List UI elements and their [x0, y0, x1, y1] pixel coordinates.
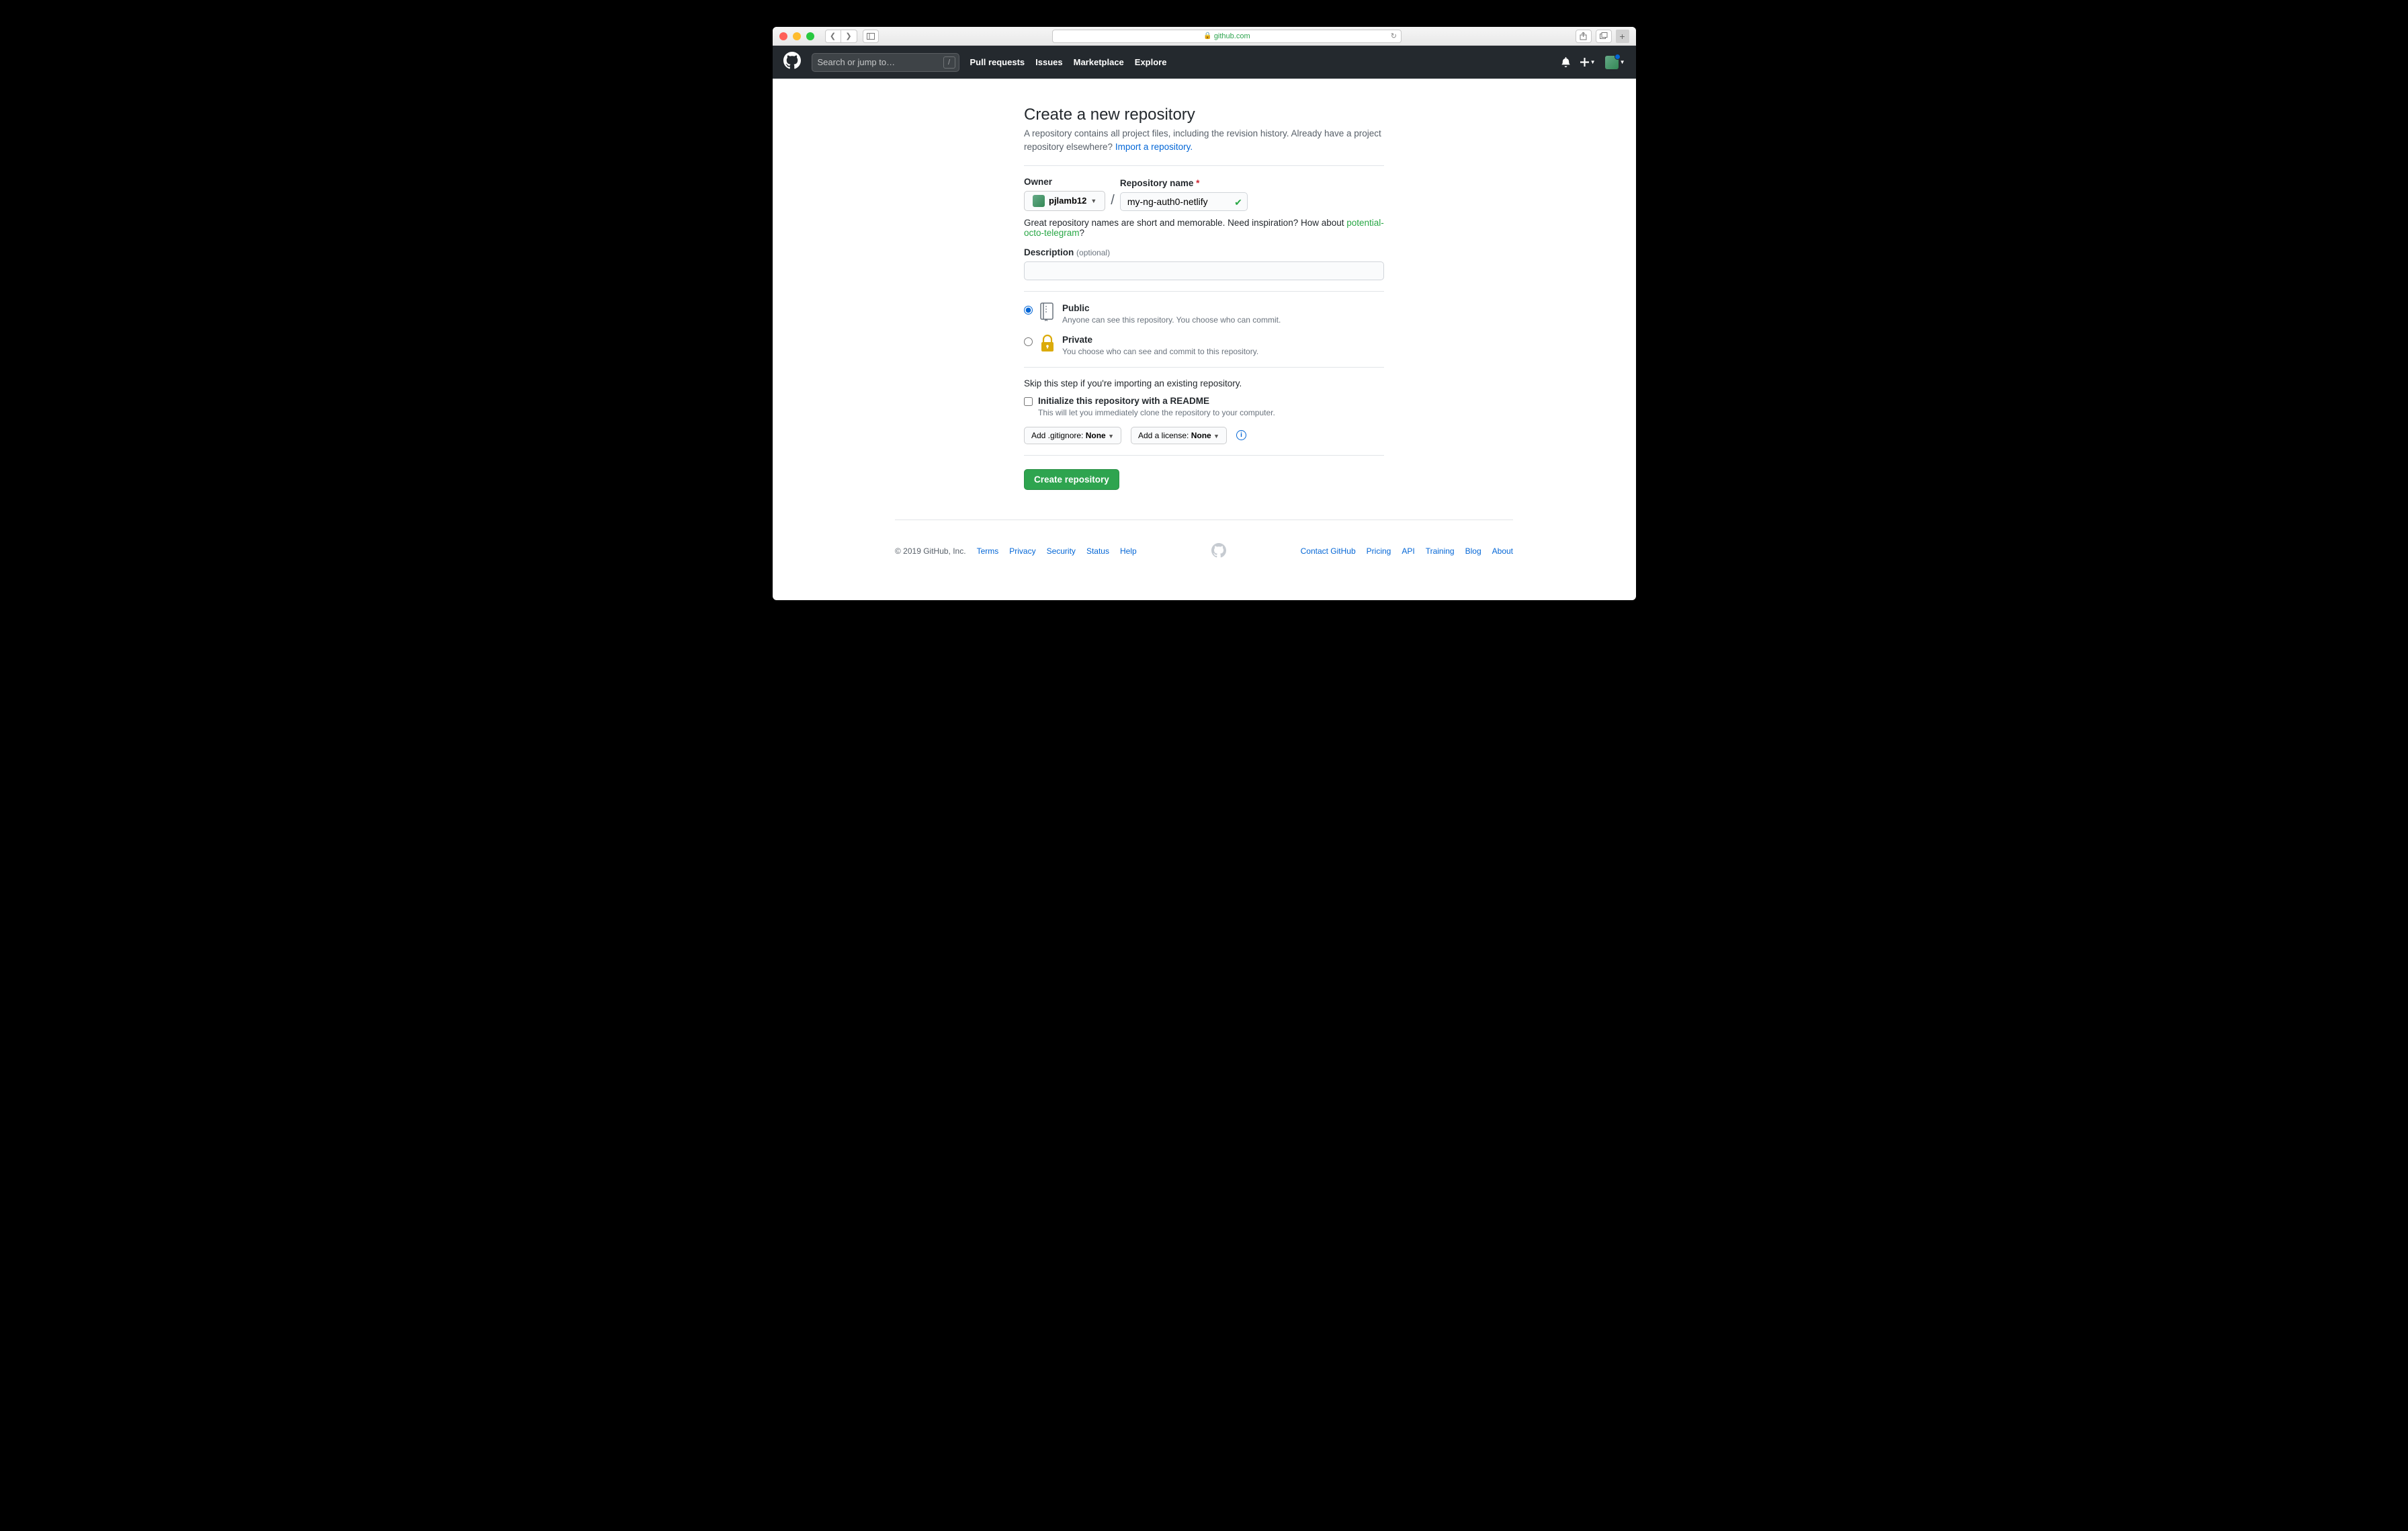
divider: [1024, 291, 1384, 292]
footer-security[interactable]: Security: [1047, 546, 1076, 556]
readme-sub: This will let you immediately clone the …: [1038, 408, 1275, 417]
page-title: Create a new repository: [1024, 106, 1384, 124]
info-icon[interactable]: i: [1236, 430, 1246, 440]
footer-api[interactable]: API: [1402, 546, 1414, 556]
lock-icon: 🔒: [1203, 32, 1211, 40]
chevron-down-icon: ▼: [1590, 59, 1596, 65]
public-radio[interactable]: [1024, 306, 1033, 315]
gitignore-select[interactable]: Add .gitignore: None ▼: [1024, 427, 1121, 444]
required-asterisk: *: [1196, 178, 1199, 188]
owner-value: pjlamb12: [1049, 196, 1086, 206]
notifications-icon[interactable]: [1561, 57, 1571, 67]
divider: [1024, 455, 1384, 456]
owner-label: Owner: [1024, 177, 1105, 187]
nav-issues[interactable]: Issues: [1035, 57, 1062, 67]
github-footer: © 2019 GitHub, Inc. Terms Privacy Securi…: [895, 520, 1513, 560]
divider: [1024, 165, 1384, 166]
github-header: Search or jump to… / Pull requests Issue…: [773, 46, 1636, 79]
back-button[interactable]: ❮: [825, 30, 841, 43]
name-hint: Great repository names are short and mem…: [1024, 218, 1384, 238]
divider: [1024, 367, 1384, 368]
minimize-window-icon[interactable]: [793, 32, 801, 40]
close-window-icon[interactable]: [779, 32, 787, 40]
private-radio[interactable]: [1024, 337, 1033, 346]
footer-help[interactable]: Help: [1120, 546, 1137, 556]
readme-label: Initialize this repository with a README: [1038, 396, 1209, 406]
search-input[interactable]: Search or jump to… /: [812, 53, 959, 72]
create-repository-button[interactable]: Create repository: [1024, 469, 1119, 490]
github-logo[interactable]: [783, 52, 801, 73]
description-label: Description (optional): [1024, 247, 1384, 257]
share-button[interactable]: [1576, 30, 1592, 43]
repo-name-input[interactable]: [1120, 192, 1248, 211]
public-label: Public: [1062, 303, 1090, 313]
avatar: [1605, 56, 1619, 69]
footer-contact[interactable]: Contact GitHub: [1301, 546, 1356, 556]
optional-tag: (optional): [1076, 248, 1110, 257]
owner-avatar: [1033, 195, 1045, 207]
traffic-lights: [779, 32, 814, 40]
footer-pricing[interactable]: Pricing: [1367, 546, 1391, 556]
address-bar[interactable]: 🔒 github.com ↻: [1052, 30, 1402, 43]
nav-buttons: ❮ ❯: [825, 30, 857, 43]
check-icon: ✔: [1234, 197, 1242, 208]
footer-training[interactable]: Training: [1426, 546, 1455, 556]
owner-select[interactable]: pjlamb12 ▼: [1024, 191, 1105, 211]
forward-button[interactable]: ❯: [841, 30, 857, 43]
footer-about[interactable]: About: [1492, 546, 1513, 556]
user-menu[interactable]: ▼: [1605, 56, 1625, 69]
new-tab-button[interactable]: +: [1616, 30, 1629, 43]
github-mark-icon[interactable]: [1211, 543, 1226, 560]
description-input[interactable]: [1024, 261, 1384, 280]
nav-pull-requests[interactable]: Pull requests: [970, 57, 1025, 67]
repo-icon: [1039, 302, 1056, 321]
nav-marketplace[interactable]: Marketplace: [1074, 57, 1124, 67]
chevron-down-icon: ▼: [1090, 198, 1096, 204]
search-placeholder: Search or jump to…: [818, 57, 896, 67]
lock-icon: [1039, 334, 1056, 353]
titlebar: ❮ ❯ 🔒 github.com ↻ +: [773, 27, 1636, 46]
license-select[interactable]: Add a license: None ▼: [1131, 427, 1227, 444]
footer-privacy[interactable]: Privacy: [1009, 546, 1035, 556]
readme-option[interactable]: Initialize this repository with a README…: [1024, 395, 1384, 417]
footer-terms[interactable]: Terms: [977, 546, 999, 556]
lead-text: A repository contains all project files,…: [1024, 128, 1381, 152]
browser-window: ❮ ❯ 🔒 github.com ↻ + Se: [773, 27, 1636, 600]
nav-explore[interactable]: Explore: [1135, 57, 1167, 67]
readme-checkbox[interactable]: [1024, 397, 1033, 406]
url-host: github.com: [1214, 32, 1250, 40]
import-repo-link[interactable]: Import a repository.: [1115, 142, 1193, 152]
private-label: Private: [1062, 335, 1092, 345]
public-sub: Anyone can see this repository. You choo…: [1062, 315, 1281, 325]
create-new-menu[interactable]: ▼: [1580, 58, 1596, 67]
visibility-public[interactable]: Public Anyone can see this repository. Y…: [1024, 302, 1384, 325]
visibility-private[interactable]: Private You choose who can see and commi…: [1024, 334, 1384, 356]
slash-key-icon: /: [943, 56, 955, 69]
zoom-window-icon[interactable]: [806, 32, 814, 40]
chevron-down-icon: ▼: [1213, 433, 1219, 440]
footer-status[interactable]: Status: [1086, 546, 1109, 556]
skip-note: Skip this step if you're importing an ex…: [1024, 378, 1384, 388]
chevron-down-icon: ▼: [1108, 433, 1114, 440]
tabs-button[interactable]: [1596, 30, 1612, 43]
page-lead: A repository contains all project files,…: [1024, 127, 1384, 155]
repo-name-label: Repository name *: [1120, 178, 1248, 188]
primary-nav: Pull requests Issues Marketplace Explore: [970, 57, 1167, 67]
slash-separator: /: [1111, 193, 1115, 211]
create-repo-form: Create a new repository A repository con…: [1024, 106, 1384, 490]
sidebar-button[interactable]: [863, 30, 879, 43]
private-sub: You choose who can see and commit to thi…: [1062, 347, 1258, 356]
copyright: © 2019 GitHub, Inc.: [895, 546, 966, 556]
footer-blog[interactable]: Blog: [1465, 546, 1481, 556]
reload-icon[interactable]: ↻: [1391, 32, 1397, 40]
chevron-down-icon: ▼: [1620, 59, 1625, 65]
status-dot-icon: [1615, 54, 1621, 60]
